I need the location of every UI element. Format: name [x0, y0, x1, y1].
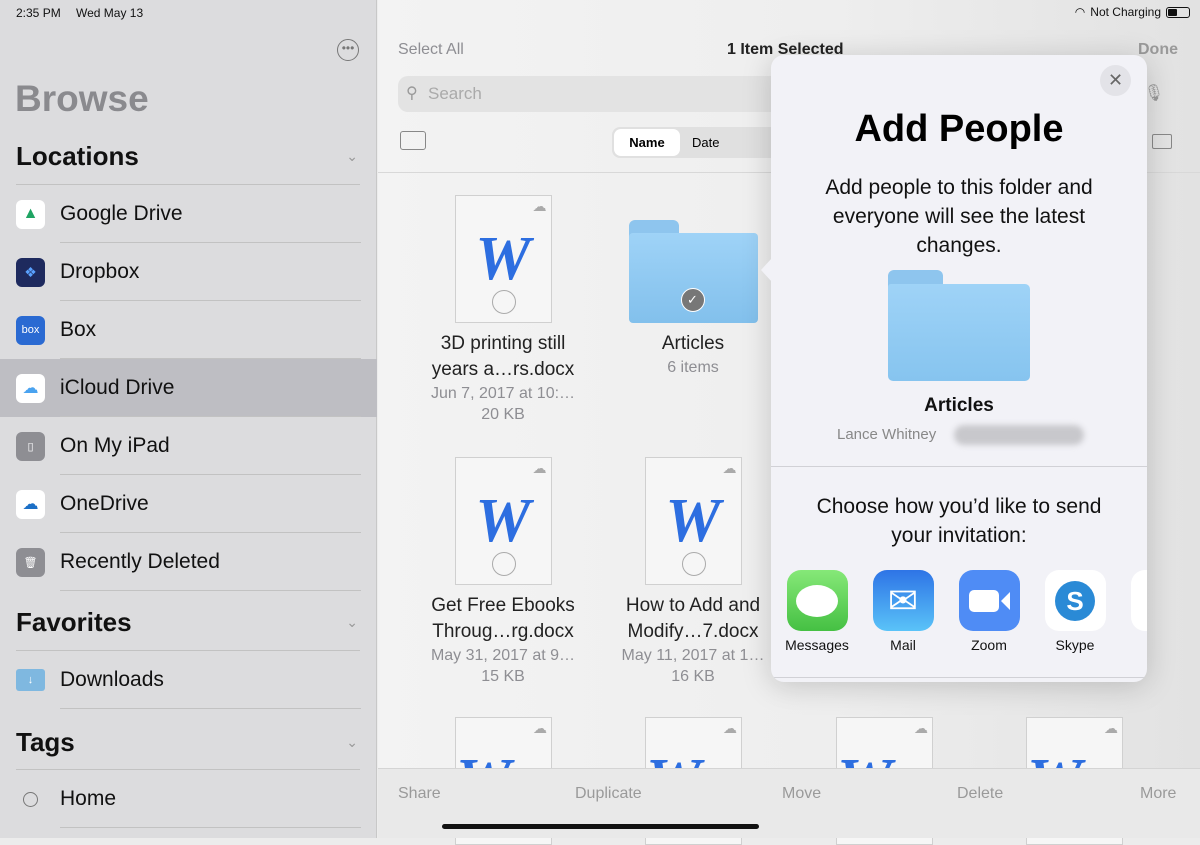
popover-description: Add people to this folder and everyone w…: [825, 176, 1093, 257]
sidebar-item-on-my-ipad[interactable]: ▯ On My iPad: [0, 417, 377, 475]
cloud-download-icon: ☁: [722, 460, 737, 476]
sort-date-button[interactable]: Date: [692, 135, 719, 150]
chevron-down-icon[interactable]: ⌄: [346, 614, 358, 631]
word-document-icon: W ☁: [454, 457, 552, 585]
mail-share-button[interactable]: ✉ Mail: [868, 570, 938, 653]
sort-name-button[interactable]: Name: [614, 129, 680, 156]
file-item[interactable]: W ☁ How to Add and Modify…7.docx May 11, 201…: [608, 457, 778, 687]
selected-checkmark-icon[interactable]: ✓: [680, 288, 705, 312]
battery-icon: [1166, 6, 1190, 18]
file-item[interactable]: W ☁ 3D printing still years a…rs.docx Jun 7,…: [418, 195, 588, 425]
cloud-download-icon: ☁: [1104, 720, 1118, 736]
onedrive-icon: ☁: [16, 489, 45, 519]
sidebar-item-dropbox[interactable]: ❖ Dropbox: [0, 243, 377, 301]
sidebar-item-onedrive[interactable]: ☁ OneDrive: [0, 475, 377, 533]
locations-header[interactable]: Locations: [16, 141, 139, 172]
select-all-button[interactable]: Select All: [398, 41, 464, 59]
popover-arrow: [761, 258, 772, 282]
icloud-icon: ☁: [16, 373, 45, 403]
sidebar-item-home-tag[interactable]: Home: [0, 770, 377, 828]
new-folder-icon[interactable]: [400, 131, 426, 150]
favorites-header[interactable]: Favorites: [16, 607, 132, 638]
sidebar-item-icloud-drive[interactable]: ☁ iCloud Drive: [0, 359, 377, 417]
file-item[interactable]: ✓ Articles 6 items: [608, 195, 778, 378]
downloads-folder-icon: ↓: [16, 669, 45, 691]
search-icon: ⚲: [406, 85, 418, 102]
status-time: 2:35 PM: [16, 6, 61, 20]
selection-circle[interactable]: [491, 552, 516, 576]
choose-method-text: Choose how you’d like to send your invit…: [816, 495, 1102, 547]
done-button[interactable]: Done: [1138, 41, 1178, 59]
tag-circle-icon: [16, 785, 45, 814]
more-options-button[interactable]: •••: [337, 39, 359, 61]
sidebar-item-recently-deleted[interactable]: 🗑 Recently Deleted: [0, 533, 377, 591]
cloud-download-icon: ☁: [532, 198, 547, 214]
popover-title: Add People: [854, 108, 1064, 150]
gmail-share-button[interactable]: MG: [1126, 570, 1147, 653]
owner-name: Lance Whitney: [837, 426, 937, 443]
share-button[interactable]: Share: [398, 785, 441, 803]
chevron-down-icon[interactable]: ⌄: [346, 148, 358, 165]
add-people-popover: ✕ Add People Add people to this folder a…: [771, 55, 1147, 682]
wifi-icon: ◠: [1074, 5, 1086, 19]
tags-header[interactable]: Tags: [16, 727, 75, 758]
cloud-download-icon: ☁: [532, 460, 547, 476]
battery-status-text: Not Charging: [1090, 5, 1161, 19]
skype-icon: S: [1044, 570, 1106, 631]
column-view-icon[interactable]: [1152, 134, 1172, 149]
delete-button[interactable]: Delete: [957, 785, 1003, 803]
word-document-icon: W ☁: [644, 457, 742, 585]
google-drive-icon: ▲: [16, 199, 45, 229]
sidebar-item-downloads[interactable]: ↓ Downloads: [0, 651, 377, 709]
folder-name: Articles: [924, 395, 994, 416]
close-button[interactable]: ✕: [1100, 65, 1131, 96]
bottom-toolbar: Share Duplicate Move Delete More: [378, 768, 1200, 838]
status-date: Wed May 13: [76, 6, 144, 20]
cloud-download-icon: ☁: [533, 720, 547, 736]
sidebar-item-box[interactable]: box Box: [0, 301, 377, 359]
selection-circle[interactable]: [681, 552, 706, 576]
browse-title: Browse: [15, 78, 149, 119]
messages-icon: [786, 570, 848, 631]
cloud-download-icon: ☁: [723, 720, 737, 736]
cloud-download-icon: ☁: [914, 720, 928, 736]
mail-icon: ✉: [872, 570, 934, 631]
ipad-icon: ▯: [16, 431, 45, 461]
status-bar-right: ◠ Not Charging: [1075, 5, 1190, 19]
messages-share-button[interactable]: Messages: [782, 570, 852, 653]
sort-control: Name Date: [612, 127, 792, 158]
word-document-icon: W ☁: [454, 195, 552, 323]
sidebar-item-google-drive[interactable]: ▲ Google Drive: [0, 185, 377, 243]
move-button[interactable]: Move: [782, 785, 821, 803]
more-button[interactable]: More: [1140, 785, 1176, 803]
selection-circle[interactable]: [491, 290, 516, 314]
dropbox-icon: ❖: [16, 257, 45, 287]
redacted-email: [954, 425, 1084, 445]
skype-share-button[interactable]: S Skype: [1040, 570, 1110, 653]
sidebar: 2:35 PM Wed May 13 ••• Browse Locations …: [0, 0, 377, 838]
duplicate-button[interactable]: Duplicate: [575, 785, 642, 803]
zoom-icon: [958, 570, 1020, 631]
trash-icon: 🗑: [16, 547, 45, 577]
chevron-down-icon[interactable]: ⌄: [346, 734, 358, 751]
folder-icon: ✓: [628, 220, 758, 323]
home-indicator: [442, 824, 759, 829]
box-icon: box: [16, 315, 45, 345]
zoom-share-button[interactable]: Zoom: [954, 570, 1024, 653]
gmail-icon: M: [1130, 570, 1147, 631]
file-item[interactable]: W ☁ Get Free Ebooks Throug…rg.docx May 31, 2…: [418, 457, 588, 687]
folder-icon: [888, 270, 1030, 381]
